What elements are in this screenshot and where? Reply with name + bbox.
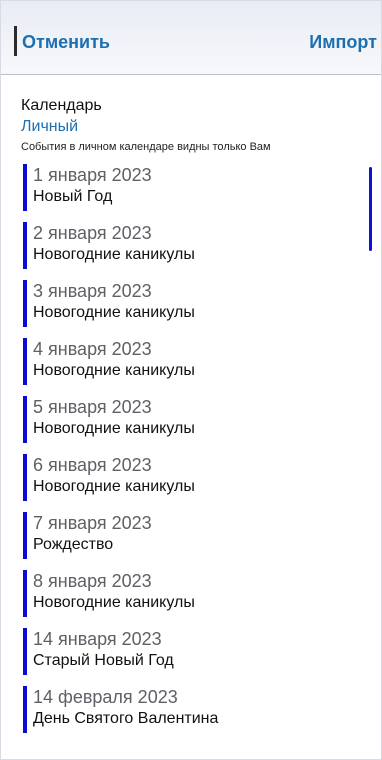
event-item[interactable]: 4 января 2023 Новогодние каникулы [1, 338, 381, 396]
event-title: Старый Новый Год [33, 652, 174, 669]
event-item[interactable]: 2 января 2023 Новогодние каникулы [1, 222, 381, 280]
import-button[interactable]: Импорт [309, 32, 377, 53]
left-accent-bar [14, 26, 17, 56]
event-title: Рождество [33, 536, 114, 553]
top-navigation-bar: Отменить Импорт [1, 1, 381, 75]
event-title: Новый Год [33, 188, 113, 205]
event-date: 7 января 2023 [33, 513, 152, 533]
event-title: Новогодние каникулы [33, 478, 195, 495]
event-date: 3 января 2023 [33, 281, 152, 301]
event-date: 14 февраля 2023 [33, 687, 178, 707]
event-title: Новогодние каникулы [33, 362, 195, 379]
event-title: Новогодние каникулы [33, 594, 195, 611]
event-title: Новогодние каникулы [33, 246, 195, 263]
event-date: 14 января 2023 [33, 629, 162, 649]
event-item[interactable]: 5 января 2023 Новогодние каникулы [1, 396, 381, 454]
calendar-note: События в личном календаре видны только … [21, 141, 271, 153]
event-date: 2 января 2023 [33, 223, 152, 243]
event-title: Новогодние каникулы [33, 420, 195, 437]
calendar-value[interactable]: Личный [21, 117, 351, 137]
event-title: Новогодние каникулы [33, 304, 195, 321]
event-item[interactable]: 14 января 2023 Старый Новый Год [1, 628, 381, 686]
event-title: День Святого Валентина [33, 710, 219, 727]
event-date: 5 января 2023 [33, 397, 152, 417]
event-item[interactable]: 1 января 2023 Новый Год [1, 164, 381, 222]
content-area: Календарь Личный События в личном календ… [1, 75, 381, 744]
event-item[interactable]: 8 января 2023 Новогодние каникулы [1, 570, 381, 628]
event-date: 6 января 2023 [33, 455, 152, 475]
event-item[interactable]: 14 февраля 2023 День Святого Валентина [1, 686, 381, 744]
event-item[interactable]: 7 января 2023 Рождество [1, 512, 381, 570]
event-item[interactable]: 6 января 2023 Новогодние каникулы [1, 454, 381, 512]
event-date: 4 января 2023 [33, 339, 152, 359]
event-date: 1 января 2023 [33, 165, 152, 185]
events-list: 1 января 2023 Новый Год 2 января 2023 Но… [1, 164, 381, 744]
event-item[interactable]: 3 января 2023 Новогодние каникулы [1, 280, 381, 338]
calendar-selector[interactable]: Календарь Личный События в личном календ… [1, 96, 381, 154]
cancel-button[interactable]: Отменить [22, 32, 110, 53]
event-date: 8 января 2023 [33, 571, 152, 591]
import-calendar-screen: Отменить Импорт Календарь Личный События… [0, 0, 382, 760]
calendar-label: Календарь [21, 97, 102, 114]
